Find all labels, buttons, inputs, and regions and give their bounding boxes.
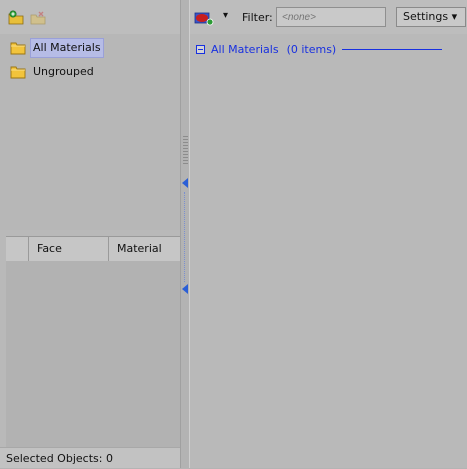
splitter-grip: [183, 136, 188, 137]
filter-label: Filter:: [242, 11, 273, 24]
tree-item-ungrouped[interactable]: Ungrouped: [10, 63, 97, 81]
face-material-table-header: Face Material: [6, 236, 180, 262]
left-toolbar: [0, 0, 180, 34]
right-toolbar: ▾ Filter: Settings ▾: [190, 0, 467, 34]
add-group-icon[interactable]: [8, 10, 24, 26]
remove-group-icon[interactable]: [30, 10, 46, 26]
splitter-dots: [184, 192, 187, 282]
column-header-material[interactable]: Material: [108, 237, 189, 261]
splitter-grip: [183, 154, 188, 155]
collapse-left-arrow-icon[interactable]: [182, 178, 188, 188]
splitter-grip: [183, 157, 188, 158]
collapse-icon[interactable]: [196, 44, 205, 54]
column-header-face[interactable]: Face: [28, 237, 117, 261]
material-group-tree: All Materials Ungrouped: [0, 34, 180, 230]
tree-item-label: Ungrouped: [33, 65, 94, 78]
view-dropdown-arrow-icon[interactable]: ▾: [223, 10, 228, 21]
face-material-table-body: [6, 261, 180, 447]
splitter-grip: [183, 151, 188, 152]
splitter-grip: [183, 160, 188, 161]
settings-dropdown-button[interactable]: Settings ▾: [396, 7, 466, 27]
splitter-grip: [183, 163, 188, 164]
splitter-grip: [183, 148, 188, 149]
splitter-grip: [183, 145, 188, 146]
tree-item-all-materials[interactable]: All Materials: [10, 38, 104, 58]
panel-splitter[interactable]: [180, 0, 190, 468]
tree-item-label: All Materials: [30, 38, 104, 58]
group-label: All Materials: [211, 42, 279, 56]
right-panel: [190, 0, 467, 468]
filter-input[interactable]: [276, 7, 386, 27]
folder-icon: [10, 42, 26, 55]
status-bar: Selected Objects: 0: [0, 447, 180, 468]
group-count: (0 items): [286, 42, 337, 56]
folder-icon: [10, 66, 26, 79]
splitter-grip: [183, 142, 188, 143]
material-view-icon[interactable]: [194, 10, 214, 26]
material-group-row[interactable]: All Materials (0 items): [196, 42, 443, 56]
splitter-grip: [183, 139, 188, 140]
group-divider: [342, 48, 443, 50]
collapse-left-arrow-icon[interactable]: [182, 284, 188, 294]
